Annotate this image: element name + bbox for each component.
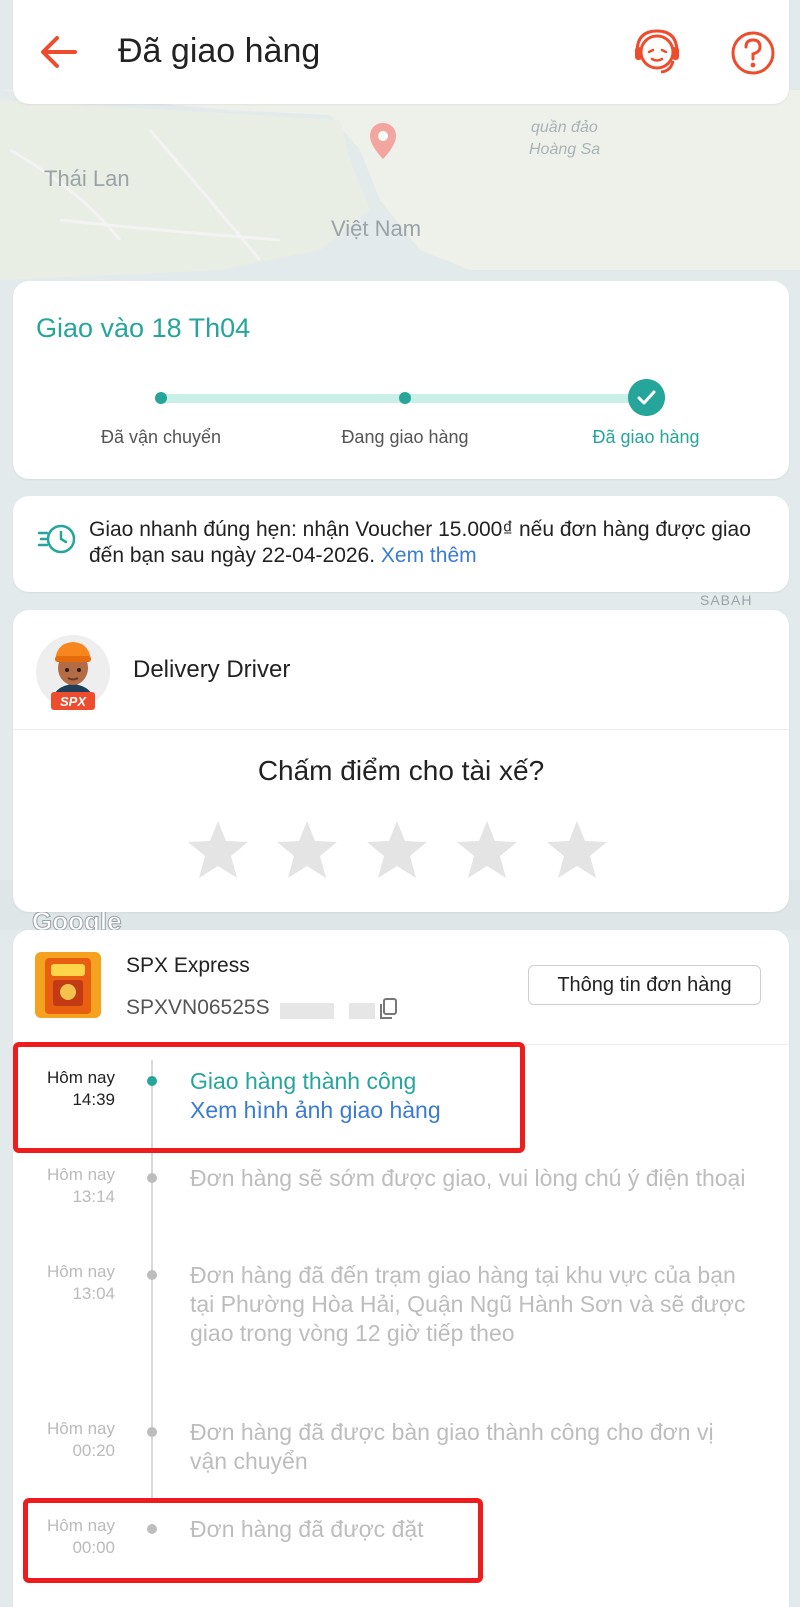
progress-step-dot: [155, 392, 167, 404]
check-icon: [628, 379, 665, 416]
rating-question: Chấm điểm cho tài xế?: [257, 755, 545, 786]
highlight-box: [23, 1498, 483, 1583]
app-header: Đã giao hàng: [13, 0, 789, 104]
order-info-button[interactable]: Thông tin đơn hàng: [528, 965, 761, 1005]
event-clock: 13:04: [72, 1284, 115, 1303]
progress-step-dot: [399, 392, 411, 404]
event-time: Hôm nay 13:14: [13, 1164, 115, 1208]
event-time: Hôm nay 00:20: [13, 1418, 115, 1462]
tracking-number: SPXVN06525S: [126, 996, 270, 1019]
divider: [13, 729, 789, 730]
see-more-link[interactable]: Xem thêm: [381, 544, 477, 567]
event-clock: 00:20: [72, 1441, 115, 1460]
customer-support-icon[interactable]: [631, 27, 683, 79]
voucher-notice-card: Giao nhanh đúng hẹn: nhận Voucher 15.000…: [13, 496, 789, 592]
timeline-dot: [147, 1427, 157, 1437]
map-label-sabah: SABAH: [700, 592, 753, 608]
event-date: Hôm nay: [46, 1419, 115, 1438]
delivery-date: Giao vào 18 Th04: [36, 313, 251, 343]
delivery-status-card: Giao vào 18 Th04 Đã vận chuyển Đang giao…: [13, 281, 789, 479]
event-description: Đơn hàng sẽ sớm được giao, vui lòng chú …: [190, 1165, 746, 1191]
timeline-dot: [147, 1270, 157, 1280]
driver-avatar[interactable]: SPX: [35, 634, 111, 712]
event-date: Hôm nay: [46, 1165, 115, 1184]
voucher-text: Giao nhanh đúng hẹn: nhận Voucher 15.000…: [89, 517, 779, 569]
redaction-block: [280, 1003, 334, 1019]
timeline-dot: [147, 1173, 157, 1183]
event-description: Đơn hàng đã được bàn giao thành công cho…: [190, 1419, 714, 1474]
event-description: Đơn hàng đã đến trạm giao hàng tại khu v…: [190, 1262, 746, 1346]
step-label-shipped: Đã vận chuyển: [100, 427, 222, 447]
highlight-box: [13, 1042, 525, 1153]
star-icon-5[interactable]: [545, 818, 609, 882]
redaction-block: [349, 1003, 375, 1019]
map-label-paracel-2: Hoàng Sa: [529, 141, 601, 158]
back-arrow-icon[interactable]: [37, 30, 81, 74]
copy-icon[interactable]: [378, 998, 398, 1020]
star-icon-3[interactable]: [365, 818, 429, 882]
map-label-vietnam: Việt Nam: [331, 216, 422, 241]
star-icon-2[interactable]: [275, 818, 339, 882]
map-label-paracel-1: quần đảo: [531, 119, 598, 136]
step-label-delivered: Đã giao hàng: [592, 427, 700, 447]
fast-delivery-clock-icon: [37, 524, 76, 554]
event-date: Hôm nay: [46, 1262, 115, 1281]
step-label-delivering: Đang giao hàng: [341, 427, 469, 447]
event-time: Hôm nay 13:04: [13, 1261, 115, 1305]
page-title: Đã giao hàng: [118, 32, 321, 70]
map-pin-icon[interactable]: [368, 121, 398, 163]
carrier-name: SPX Express: [126, 954, 250, 977]
driver-name: Delivery Driver: [133, 656, 291, 683]
help-question-icon[interactable]: [729, 29, 777, 77]
progress-track: [161, 394, 661, 403]
spx-badge-text: SPX: [60, 694, 87, 709]
product-thumbnail[interactable]: [35, 952, 101, 1018]
driver-card: SPX Delivery Driver Chấm điểm cho tài xế…: [13, 610, 789, 912]
star-icon-1[interactable]: [186, 818, 250, 882]
event-clock: 13:14: [72, 1187, 115, 1206]
map-label-thailand: Thái Lan: [44, 166, 130, 191]
star-icon-4[interactable]: [455, 818, 519, 882]
